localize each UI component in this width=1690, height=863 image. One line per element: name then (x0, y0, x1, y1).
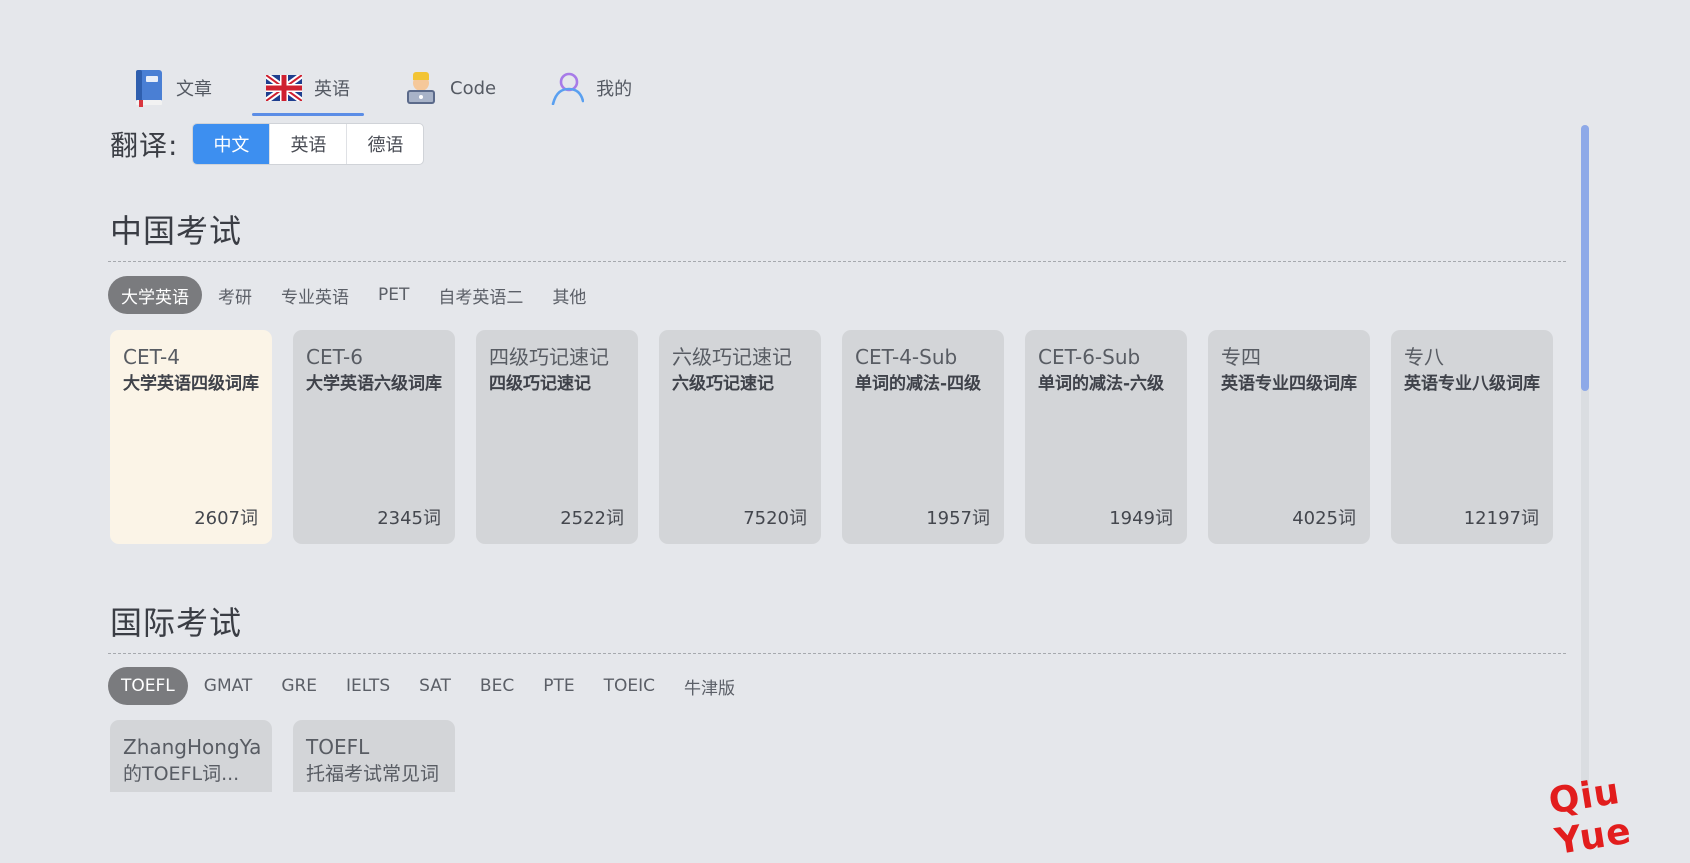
tab-articles[interactable]: 文章 (120, 62, 226, 114)
chip-college-english[interactable]: 大学英语 (108, 276, 202, 314)
translation-selector: 翻译: 中文 英语 德语 (110, 123, 425, 165)
scrollbar[interactable] (1581, 125, 1589, 793)
dict-card[interactable]: ZhangHongYa 的TOEFL词... (110, 720, 272, 792)
tab-code-label: Code (450, 77, 497, 99)
dict-card-desc: 托福考试常见词 (306, 763, 440, 785)
dict-card-desc: 的TOEFL词... (123, 763, 240, 785)
top-nav: 文章 英语 Code 我的 (120, 62, 672, 116)
chip-toeic[interactable]: TOEIC (591, 667, 668, 705)
uk-flag-icon (264, 72, 304, 104)
dict-card-desc: 大学英语四级词库 (123, 374, 259, 394)
dict-card-desc: 单词的减法-四级 (855, 374, 982, 394)
dict-card[interactable]: 六级巧记速记 六级巧记速记 7520词 (659, 330, 821, 544)
china-exam-category-chips: 大学英语 考研 专业英语 PET 自考英语二 其他 (108, 276, 602, 314)
tab-mine-label: 我的 (596, 79, 633, 100)
chip-toefl[interactable]: TOEFL (108, 667, 188, 705)
intl-exam-category-chips: TOEFL GMAT GRE IELTS SAT BEC PTE TOEIC 牛… (108, 667, 751, 705)
tab-english-label: 英语 (314, 79, 350, 100)
dict-card-count: 4025词 (1292, 508, 1356, 529)
dict-card-desc: 英语专业四级词库 (1221, 374, 1357, 394)
dict-card-desc: 大学英语六级词库 (306, 374, 442, 394)
chip-self-study-english[interactable]: 自考英语二 (425, 276, 536, 314)
dict-card[interactable]: 专八 英语专业八级词库 12197词 (1391, 330, 1553, 544)
chip-other[interactable]: 其他 (539, 276, 599, 314)
translation-label: 翻译: (110, 129, 179, 162)
dict-card-count: 1957词 (926, 508, 990, 529)
tab-articles-label: 文章 (176, 79, 212, 100)
dict-card-name: 六级巧记速记 (672, 345, 792, 369)
dict-card-name: CET-4-Sub (855, 345, 958, 369)
chip-oxford[interactable]: 牛津版 (671, 667, 748, 705)
dict-card-count: 12197词 (1463, 508, 1539, 529)
dict-card-desc: 四级巧记速记 (489, 374, 591, 394)
section-title-china-exams: 中国考试 (110, 212, 243, 250)
book-icon (134, 69, 164, 107)
dict-card-count: 1949词 (1109, 508, 1173, 529)
chip-sat[interactable]: SAT (406, 667, 464, 705)
dict-card-count: 2345词 (377, 508, 441, 529)
chip-pte[interactable]: PTE (530, 667, 587, 705)
section-divider (108, 261, 1566, 262)
dict-card[interactable]: CET-4-Sub 单词的减法-四级 1957词 (842, 330, 1004, 544)
dict-card-count: 7520词 (743, 508, 807, 529)
section-divider (108, 653, 1566, 654)
dict-card[interactable]: CET-6-Sub 单词的减法-六级 1949词 (1025, 330, 1187, 544)
dict-card-name: 专八 (1404, 345, 1444, 369)
scrollbar-thumb[interactable] (1581, 125, 1589, 391)
chip-gmat[interactable]: GMAT (191, 667, 266, 705)
dict-card-name: 四级巧记速记 (489, 345, 609, 369)
user-icon (550, 71, 585, 106)
dict-card-name: CET-6-Sub (1038, 345, 1141, 369)
intl-exam-cards: ZhangHongYa 的TOEFL词... TOEFL 托福考试常见词 (110, 720, 476, 792)
translation-option-english[interactable]: 英语 (269, 124, 346, 164)
dict-card-count: 2607词 (194, 508, 258, 529)
translation-segmented-control: 中文 英语 德语 (192, 123, 425, 165)
translation-option-german[interactable]: 德语 (346, 124, 423, 164)
dict-card-name: CET-4 (123, 345, 180, 369)
chip-bec[interactable]: BEC (467, 667, 527, 705)
section-title-intl-exams: 国际考试 (110, 604, 243, 642)
dict-card-count: 2522词 (560, 508, 624, 529)
tab-english[interactable]: 英语 (252, 62, 364, 116)
coder-icon (404, 70, 438, 106)
chip-postgraduate[interactable]: 考研 (205, 276, 265, 314)
chip-pet[interactable]: PET (365, 276, 422, 314)
tab-code[interactable]: Code (390, 62, 510, 114)
dict-card[interactable]: 四级巧记速记 四级巧记速记 2522词 (476, 330, 638, 544)
dict-card[interactable]: 专四 英语专业四级词库 4025词 (1208, 330, 1370, 544)
dict-card[interactable]: TOEFL 托福考试常见词 (293, 720, 455, 792)
dict-card-name: CET-6 (306, 345, 363, 369)
dict-card[interactable]: CET-4 大学英语四级词库 2607词 (110, 330, 272, 544)
dict-card-desc: 六级巧记速记 (672, 374, 774, 394)
china-exam-cards: CET-4 大学英语四级词库 2607词 CET-6 大学英语六级词库 2345… (110, 330, 1553, 544)
dict-card-name: TOEFL (306, 735, 370, 759)
dict-card-desc: 英语专业八级词库 (1404, 374, 1540, 394)
tab-mine[interactable]: 我的 (536, 62, 646, 114)
translation-option-chinese[interactable]: 中文 (193, 124, 270, 164)
dict-card-desc: 单词的减法-六级 (1038, 374, 1165, 394)
dict-card[interactable]: CET-6 大学英语六级词库 2345词 (293, 330, 455, 544)
watermark: Qiu Yue (1546, 770, 1635, 863)
chip-gre[interactable]: GRE (268, 667, 330, 705)
dict-card-name: 专四 (1221, 345, 1261, 369)
chip-professional-english[interactable]: 专业英语 (268, 276, 362, 314)
dict-card-name: ZhangHongYa (123, 735, 262, 759)
chip-ielts[interactable]: IELTS (333, 667, 403, 705)
